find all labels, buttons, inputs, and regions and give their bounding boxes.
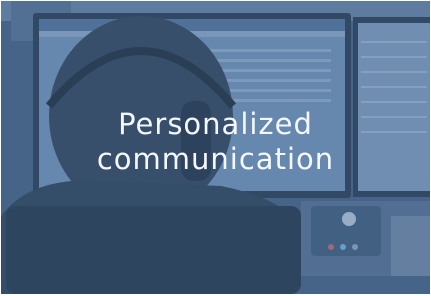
banner-card[interactable]: Personalized communication xyxy=(1,1,430,294)
banner-caption: Personalized communication xyxy=(1,107,430,177)
caption-line-2: communication xyxy=(96,142,335,176)
caption-line-1: Personalized xyxy=(118,107,313,141)
